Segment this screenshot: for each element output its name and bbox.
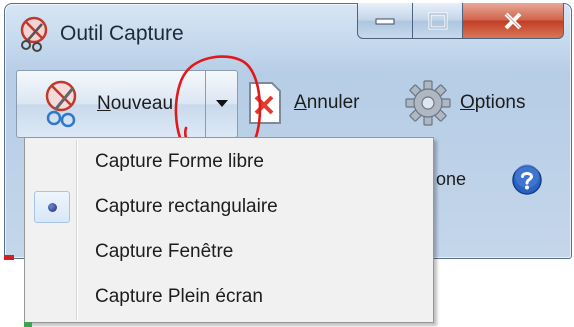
menu-item-label: Capture Fenêtre — [95, 241, 234, 262]
close-button[interactable] — [463, 3, 564, 39]
minimize-button[interactable] — [357, 3, 413, 39]
menu-item-label: Capture rectangulaire — [95, 196, 278, 217]
scissors-icon — [45, 80, 77, 128]
radio-bullet-icon — [47, 202, 57, 212]
options-label: Options — [460, 92, 526, 113]
background-fragment — [24, 322, 32, 327]
annuler-button[interactable]: Annuler — [244, 76, 360, 130]
maximize-button[interactable] — [413, 3, 463, 39]
capture-mode-menu: Capture Forme libre Capture rectangulair… — [24, 137, 434, 323]
options-button[interactable]: Options — [404, 76, 525, 130]
menu-item-capture-fenetre[interactable]: Capture Fenêtre — [28, 232, 430, 272]
nouveau-label: Nouveau — [97, 93, 174, 114]
scissors-icon — [20, 16, 48, 52]
minimize-icon — [375, 18, 395, 24]
help-icon[interactable] — [511, 164, 543, 196]
cancel-doc-icon — [249, 82, 281, 124]
caption-buttons — [357, 3, 567, 43]
triangle-down-icon — [215, 100, 228, 107]
maximize-icon — [428, 12, 447, 29]
annuler-label: Annuler — [294, 92, 360, 113]
menu-item-capture-forme-libre[interactable]: Capture Forme libre — [28, 142, 430, 182]
screenshot: Outil Capture Nouveau Annuler Options on… — [0, 0, 574, 327]
close-icon — [504, 12, 522, 29]
window-edge — [4, 255, 14, 260]
menu-item-label: Capture Forme libre — [95, 151, 264, 172]
nouveau-dropdown-button[interactable] — [205, 70, 238, 138]
menu-item-label: Capture Plein écran — [95, 286, 263, 307]
menu-item-capture-plein-ecran[interactable]: Capture Plein écran — [28, 277, 430, 317]
gear-icon — [405, 80, 451, 126]
nouveau-button[interactable]: Nouveau — [16, 70, 205, 138]
partial-label: one — [436, 169, 467, 189]
window-title: Outil Capture — [60, 22, 184, 45]
selected-indicator — [34, 191, 70, 223]
menu-item-capture-rectangulaire[interactable]: Capture rectangulaire — [28, 187, 430, 227]
